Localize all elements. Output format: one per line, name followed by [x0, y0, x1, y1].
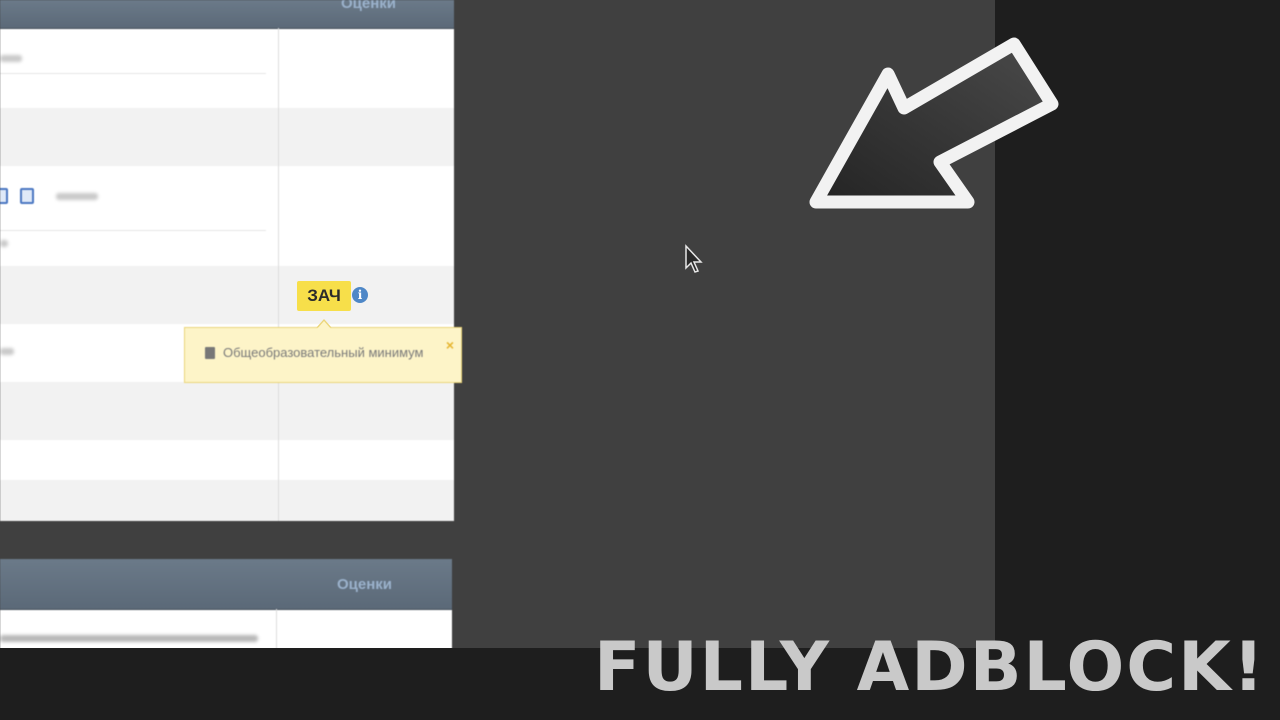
table-row: [0, 480, 454, 521]
table-header: Оценки: [0, 559, 452, 610]
table-row: [0, 266, 454, 324]
tooltip-pointer-fill: [317, 321, 331, 329]
doc-icon[interactable]: [0, 188, 8, 204]
close-icon[interactable]: ×: [446, 337, 454, 353]
table-row: [0, 440, 454, 480]
table-row: [0, 108, 454, 166]
grades-column-header: Оценки: [336, 576, 392, 593]
mouse-cursor-icon: [685, 244, 703, 273]
table-header: Оценки: [0, 0, 454, 29]
grades-column-header: Оценки: [340, 0, 396, 12]
info-icon[interactable]: i: [352, 287, 368, 303]
video-headline: FULLY ADBLOCK!: [594, 628, 1266, 707]
table-row: [0, 382, 454, 440]
table-row: [0, 166, 454, 266]
grades-table: Оценки: [0, 0, 454, 521]
grade-tooltip: Общеобразовательный минимум ×: [184, 327, 462, 383]
tooltip-text: Общеобразовательный минимум: [223, 345, 424, 360]
pointer-arrow-icon: [809, 37, 1059, 209]
video-frame: Оценки ЗАЧ i Общеобразовательный минимум…: [0, 0, 1280, 720]
grade-badge[interactable]: ЗАЧ: [297, 281, 351, 311]
book-icon: [205, 347, 215, 359]
table-row: [0, 28, 454, 108]
doc-icon[interactable]: [20, 188, 34, 204]
column-divider: [278, 28, 279, 521]
grades-table-2: Оценки: [0, 559, 452, 654]
